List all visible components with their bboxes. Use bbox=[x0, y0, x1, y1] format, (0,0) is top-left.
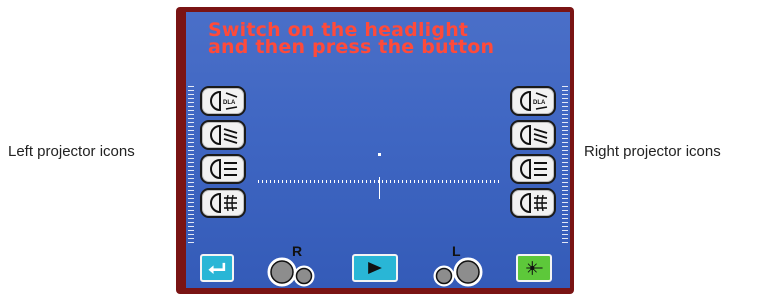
dla-icon: DLA bbox=[520, 90, 548, 112]
left-dla-button[interactable]: DLA bbox=[200, 86, 246, 116]
right-high-beam-button[interactable] bbox=[510, 154, 556, 184]
right-low-beam-button[interactable] bbox=[510, 120, 556, 150]
left-high-beam-button[interactable] bbox=[200, 154, 246, 184]
right-scale-ticks bbox=[562, 86, 568, 244]
right-dla-button[interactable]: DLA bbox=[510, 86, 556, 116]
laser-button[interactable] bbox=[516, 254, 552, 282]
horizontal-scale bbox=[258, 180, 502, 183]
dla-icon: DLA bbox=[210, 90, 238, 112]
dla-icon-label: DLA bbox=[533, 100, 546, 106]
instruction-text: Switch on the headlight and then press t… bbox=[208, 21, 508, 58]
low-beam-icon bbox=[210, 124, 238, 146]
left-fog-lamp-button[interactable] bbox=[200, 188, 246, 218]
laser-icon bbox=[526, 261, 543, 275]
right-wheel-label: R bbox=[292, 243, 303, 259]
high-beam-icon bbox=[520, 158, 547, 180]
dla-icon-label: DLA bbox=[223, 100, 236, 106]
left-projector-icons-caption: Left projector icons bbox=[8, 143, 135, 160]
right-wheels-button[interactable]: R bbox=[264, 243, 320, 288]
left-wheel-label: L bbox=[452, 243, 461, 259]
right-projector-icons-caption: Right projector icons bbox=[584, 143, 721, 160]
center-marker bbox=[379, 177, 380, 199]
fog-lamp-icon bbox=[210, 192, 237, 214]
left-low-beam-button[interactable] bbox=[200, 120, 246, 150]
back-button[interactable] bbox=[200, 254, 234, 282]
return-arrow-icon bbox=[208, 262, 226, 274]
target-dot bbox=[378, 153, 381, 156]
low-beam-icon bbox=[520, 124, 548, 146]
high-beam-icon bbox=[210, 158, 237, 180]
play-icon bbox=[368, 262, 382, 274]
bottom-toolbar: R L bbox=[186, 243, 570, 288]
left-wheels-button[interactable]: L bbox=[430, 243, 488, 288]
device-screen: Switch on the headlight and then press t… bbox=[186, 12, 570, 288]
left-scale-ticks bbox=[188, 86, 194, 244]
right-fog-lamp-button[interactable] bbox=[510, 188, 556, 218]
left-projector-icons: DLA bbox=[200, 86, 248, 222]
fog-lamp-icon bbox=[520, 192, 547, 214]
right-projector-icons: DLA bbox=[510, 86, 558, 222]
start-button[interactable] bbox=[352, 254, 398, 282]
instruction-line-2: and then press the button bbox=[208, 36, 495, 58]
